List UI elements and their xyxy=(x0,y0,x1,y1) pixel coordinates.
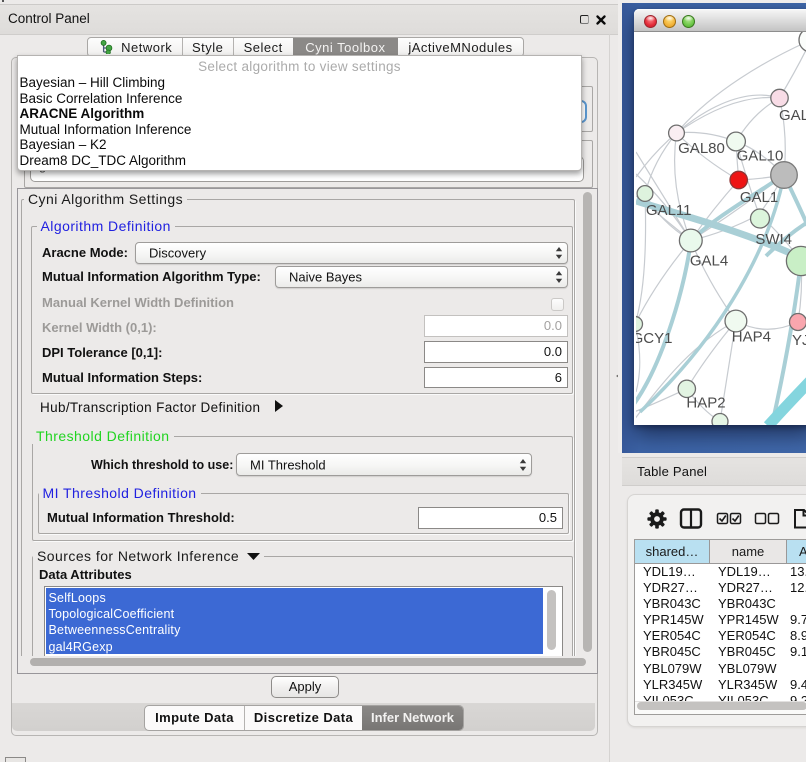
svg-text:GAL1: GAL1 xyxy=(740,189,778,206)
svg-text:HAP4: HAP4 xyxy=(732,329,771,346)
svg-text:SWI4: SWI4 xyxy=(755,231,792,248)
svg-text:GAL11: GAL11 xyxy=(646,202,692,219)
svg-text:GAL4: GAL4 xyxy=(690,253,728,270)
svg-text:GAL2: GAL2 xyxy=(779,107,806,124)
svg-text:GAL10: GAL10 xyxy=(737,148,784,165)
svg-text:GAL80: GAL80 xyxy=(678,140,725,157)
svg-text:HAP2: HAP2 xyxy=(686,395,725,412)
svg-text:YJ: YJ xyxy=(792,332,806,349)
svg-text:GCY1: GCY1 xyxy=(636,330,672,347)
